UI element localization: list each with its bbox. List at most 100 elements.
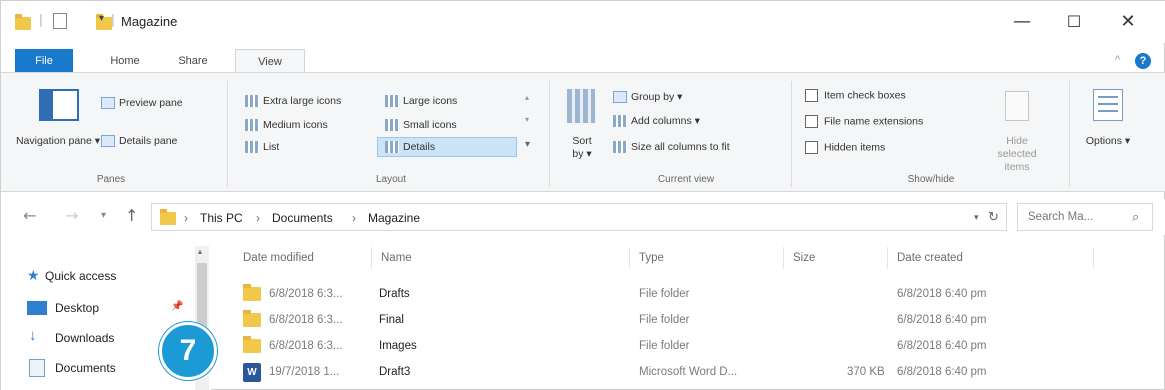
breadcrumb-separator[interactable]: › — [256, 211, 260, 225]
table-row[interactable]: 6/8/2018 6:3... Drafts File folder 6/8/2… — [229, 284, 1159, 308]
medium-icons-button[interactable]: Medium icons — [245, 119, 328, 132]
tab-home[interactable]: Home — [99, 49, 151, 73]
up-icon[interactable]: ↑ — [125, 206, 138, 225]
sort-by-icon[interactable] — [567, 89, 595, 123]
large-icons-button[interactable]: Large icons — [385, 95, 457, 108]
extra-large-icons-label: Extra large icons — [263, 95, 342, 107]
size-cell: 370 KB — [847, 366, 885, 378]
column-header-type[interactable]: Type — [639, 252, 664, 264]
navigation-pane-button[interactable]: Navigation pane ▾ — [15, 135, 101, 148]
name-cell: Final — [379, 314, 404, 326]
divider[interactable] — [371, 247, 372, 269]
options-button[interactable]: Options ▾ — [1083, 135, 1133, 148]
minimize-button[interactable]: — — [1007, 9, 1037, 35]
scroll-down-icon[interactable]: ▾ — [525, 115, 529, 124]
column-header-name[interactable]: Name — [381, 252, 412, 264]
quick-access-dropdown-icon[interactable]: ▾ — [99, 13, 104, 31]
maximize-button[interactable]: ☐ — [1059, 9, 1089, 35]
ribbon-tabs: File Home Share View ^ ? — [1, 49, 1165, 73]
folder-icon — [243, 336, 261, 353]
hidden-items-toggle[interactable]: Hidden items — [805, 141, 885, 154]
table-row[interactable]: 6/8/2018 6:3... Images File folder 6/8/2… — [229, 336, 1159, 360]
column-header-date-created[interactable]: Date created — [897, 252, 963, 264]
file-name-extensions-checkbox[interactable] — [805, 115, 818, 128]
close-button[interactable]: ✕ — [1113, 9, 1143, 35]
properties-icon[interactable] — [53, 13, 67, 29]
details-button[interactable]: Details — [385, 141, 435, 154]
navigation-pane-icon[interactable] — [39, 89, 79, 121]
forward-icon[interactable]: → — [65, 206, 78, 225]
layout-gallery-scroll[interactable]: ▴ ▾ ▾ — [521, 93, 535, 155]
nav-item-downloads[interactable]: Downloads — [55, 331, 114, 345]
divider[interactable] — [887, 247, 888, 269]
star-icon: ★ — [27, 267, 40, 283]
help-icon[interactable]: ? — [1135, 53, 1151, 69]
scroll-up-icon[interactable]: ▴ — [525, 93, 529, 102]
recent-locations-icon[interactable]: ▾ — [101, 210, 106, 221]
list-button[interactable]: List — [245, 141, 279, 154]
column-header-date-modified[interactable]: Date modified — [243, 252, 314, 264]
table-row[interactable]: 6/8/2018 6:3... Final File folder 6/8/20… — [229, 310, 1159, 334]
hide-selected-items-icon — [1005, 91, 1029, 121]
tab-share[interactable]: Share — [167, 49, 219, 73]
nav-item-documents[interactable]: Documents — [55, 361, 116, 375]
nav-item-quick-access[interactable]: Quick access — [45, 269, 116, 283]
title-bar: | ▾ | Magazine — ☐ ✕ — [1, 1, 1165, 43]
divider[interactable] — [783, 247, 784, 269]
folder-icon — [160, 209, 176, 225]
breadcrumb-separator[interactable]: › — [352, 211, 356, 225]
address-bar[interactable]: › This PC › Documents › Magazine ▾ ↻ — [151, 203, 1007, 231]
options-icon[interactable] — [1093, 89, 1123, 121]
sort-by-button[interactable]: Sort by ▾ — [567, 135, 597, 161]
group-by-button[interactable]: Group by ▾ — [613, 91, 682, 104]
group-label-panes: Panes — [96, 174, 126, 185]
item-check-boxes-checkbox[interactable] — [805, 89, 818, 102]
date-modified-cell: 19/7/2018 1... — [269, 366, 340, 378]
preview-pane-icon — [101, 97, 115, 110]
back-icon[interactable]: ← — [23, 206, 36, 225]
extra-large-icons-icon — [245, 95, 259, 108]
breadcrumb-magazine[interactable]: Magazine — [368, 211, 420, 225]
divider[interactable] — [629, 247, 630, 269]
hidden-items-checkbox[interactable] — [805, 141, 818, 154]
pin-icon[interactable]: 📌 — [171, 301, 183, 312]
small-icons-icon — [385, 119, 399, 132]
breadcrumb-separator[interactable]: › — [184, 211, 188, 225]
column-header-size[interactable]: Size — [793, 252, 815, 264]
hide-selected-items-button[interactable]: Hide selected items — [987, 135, 1047, 174]
search-box[interactable]: Search Ma... ⌕ — [1017, 203, 1153, 231]
preview-pane-button[interactable]: Preview pane — [101, 97, 183, 110]
tab-view[interactable]: View — [235, 49, 305, 73]
search-icon[interactable]: ⌕ — [1132, 209, 1139, 225]
search-input[interactable]: Search Ma... — [1028, 211, 1093, 223]
expand-gallery-icon[interactable]: ▾ — [525, 139, 530, 150]
extra-large-icons-button[interactable]: Extra large icons — [245, 95, 342, 108]
folder-icon — [243, 310, 261, 327]
date-modified-cell: 6/8/2018 6:3... — [269, 314, 343, 326]
name-cell: Images — [379, 340, 417, 352]
small-icons-button[interactable]: Small icons — [385, 119, 457, 132]
add-columns-icon — [613, 115, 627, 128]
medium-icons-label: Medium icons — [263, 119, 328, 131]
divider[interactable] — [1093, 247, 1094, 269]
name-cell: Draft3 — [379, 366, 411, 378]
collapse-ribbon-icon[interactable]: ^ — [1115, 54, 1120, 66]
divider — [1069, 81, 1070, 187]
add-columns-button[interactable]: Add columns ▾ — [613, 115, 700, 128]
scroll-up-icon[interactable]: ▴ — [198, 247, 202, 256]
item-check-boxes-toggle[interactable]: Item check boxes — [805, 89, 906, 102]
list-icon — [245, 141, 259, 154]
details-pane-button[interactable]: Details pane — [101, 135, 177, 148]
small-icons-label: Small icons — [403, 119, 457, 131]
nav-item-desktop[interactable]: Desktop — [55, 301, 99, 315]
tab-file[interactable]: File — [15, 49, 73, 73]
file-name-extensions-toggle[interactable]: File name extensions — [805, 115, 923, 128]
breadcrumb-documents[interactable]: Documents — [272, 211, 333, 225]
ribbon-view: Navigation pane ▾ Preview pane Details p… — [1, 72, 1165, 192]
size-all-columns-button[interactable]: Size all columns to fit — [613, 141, 730, 154]
details-pane-icon — [101, 135, 115, 148]
refresh-icon[interactable]: ↻ — [988, 209, 999, 225]
address-dropdown-icon[interactable]: ▾ — [974, 212, 979, 223]
table-row[interactable]: W 19/7/2018 1... Draft3 Microsoft Word D… — [229, 362, 1159, 386]
breadcrumb-this-pc[interactable]: This PC — [200, 211, 243, 225]
